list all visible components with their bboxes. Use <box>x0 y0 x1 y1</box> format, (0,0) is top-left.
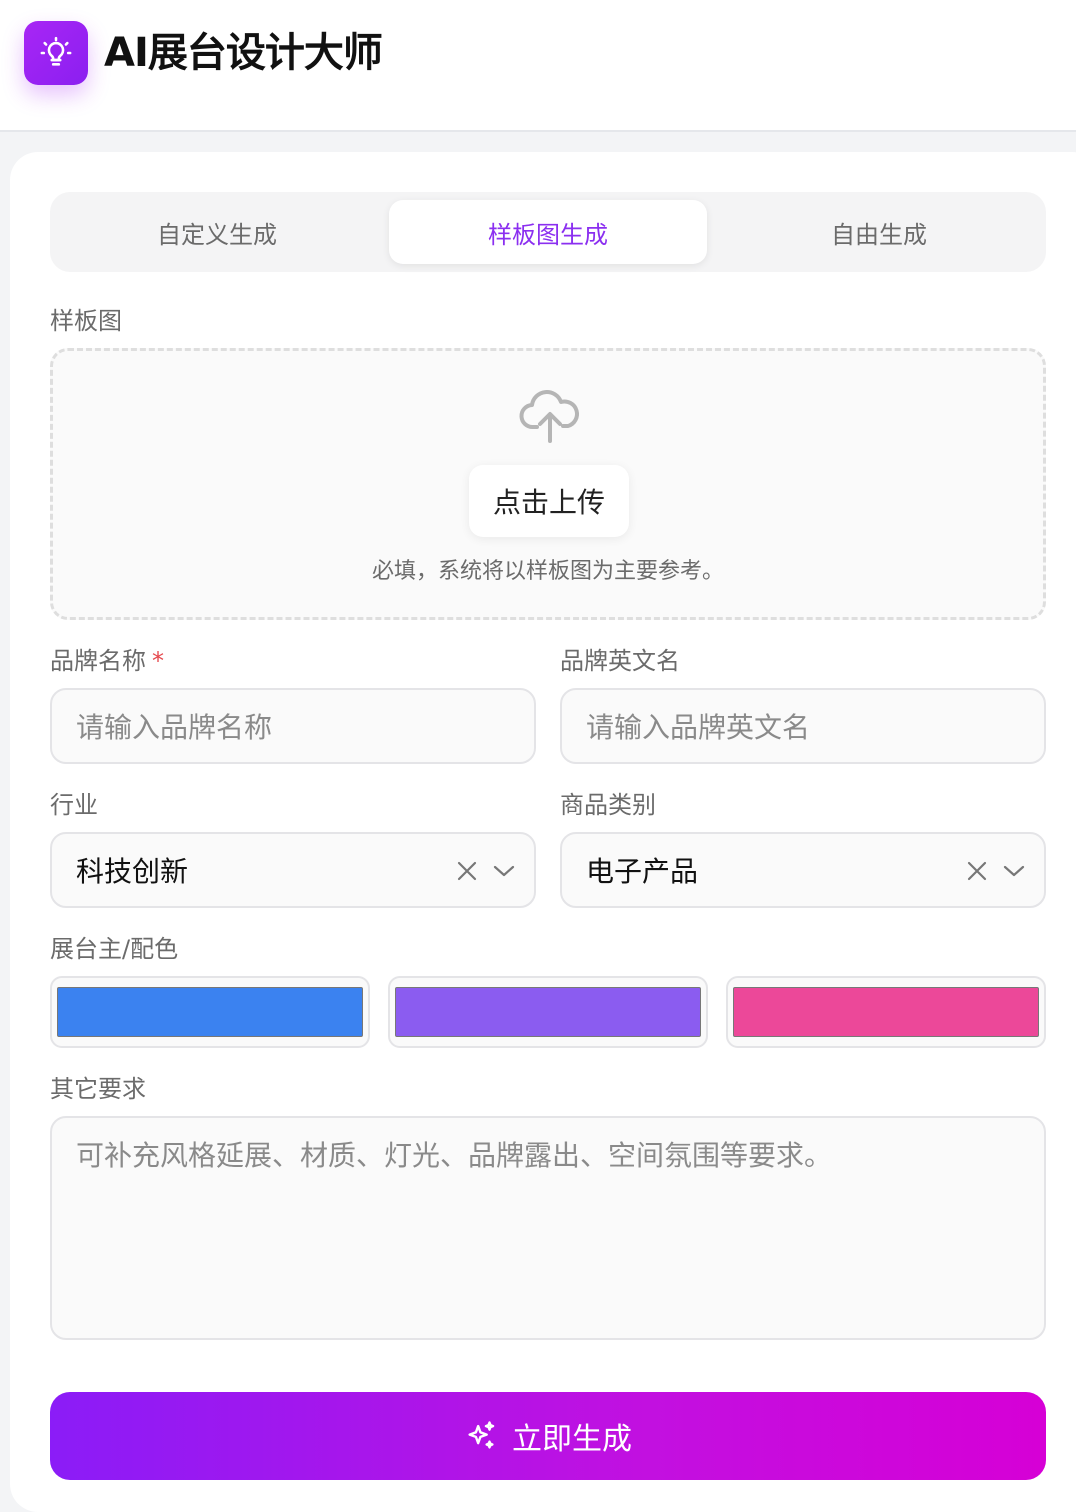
color-picker-primary[interactable] <box>50 976 370 1048</box>
industry-value: 科技创新 <box>76 855 189 888</box>
chevron-down-icon[interactable] <box>492 859 516 883</box>
industry-select[interactable]: 科技创新 <box>50 832 536 908</box>
brand-name-placeholder: 请输入品牌名称 <box>76 711 273 744</box>
cloud-upload-icon <box>519 390 579 443</box>
chevron-down-icon[interactable] <box>1002 859 1026 883</box>
tab-custom-generate[interactable]: 自定义生成 <box>58 200 376 264</box>
required-mark: * <box>152 647 164 675</box>
product-category-label: 商品类别 <box>560 791 656 819</box>
tab-template-generate[interactable]: 样板图生成 <box>389 200 707 264</box>
brand-english-name-placeholder: 请输入品牌英文名 <box>586 711 811 744</box>
brand-name-label-text: 品牌名称 <box>50 647 146 675</box>
other-requirements-textarea[interactable]: 可补充风格延展、材质、灯光、品牌露出、空间氛围等要求。 <box>50 1116 1046 1340</box>
other-requirements-label: 其它要求 <box>50 1075 146 1103</box>
lightbulb-icon <box>40 36 72 66</box>
mode-tabs: 自定义生成 样板图生成 自由生成 <box>50 192 1046 272</box>
generate-button[interactable]: 立即生成 <box>50 1392 1046 1480</box>
app-header: AI展台设计大师 <box>0 0 1076 132</box>
sparkles-icon <box>468 1421 495 1449</box>
brand-name-input[interactable]: 请输入品牌名称 <box>50 688 536 764</box>
color-swatch-fill <box>733 987 1039 1037</box>
brand-name-label: 品牌名称 * <box>50 645 164 677</box>
color-swatch-fill <box>395 987 701 1037</box>
color-picker-tertiary[interactable] <box>726 976 1046 1048</box>
template-image-label: 样板图 <box>50 307 122 335</box>
product-category-select[interactable]: 电子产品 <box>560 832 1046 908</box>
product-category-value: 电子产品 <box>586 855 699 888</box>
color-picker-secondary[interactable] <box>388 976 708 1048</box>
generate-button-label: 立即生成 <box>512 1422 632 1457</box>
clear-icon[interactable] <box>966 860 988 882</box>
other-requirements-placeholder: 可补充风格延展、材质、灯光、品牌露出、空间氛围等要求。 <box>76 1139 833 1172</box>
tab-free-generate[interactable]: 自由生成 <box>720 200 1038 264</box>
booth-colors-label: 展台主/配色 <box>50 935 179 963</box>
clear-icon[interactable] <box>456 860 478 882</box>
app-title: AI展台设计大师 <box>104 30 383 76</box>
upload-hint: 必填，系统将以样板图为主要参考。 <box>371 559 724 584</box>
industry-label: 行业 <box>50 791 98 819</box>
color-swatch-fill <box>57 987 363 1037</box>
app-logo <box>24 21 88 85</box>
brand-english-name-label: 品牌英文名 <box>560 647 680 675</box>
template-image-dropzone[interactable]: 点击上传 必填，系统将以样板图为主要参考。 <box>50 348 1046 620</box>
upload-button[interactable]: 点击上传 <box>469 465 629 537</box>
brand-english-name-input[interactable]: 请输入品牌英文名 <box>560 688 1046 764</box>
